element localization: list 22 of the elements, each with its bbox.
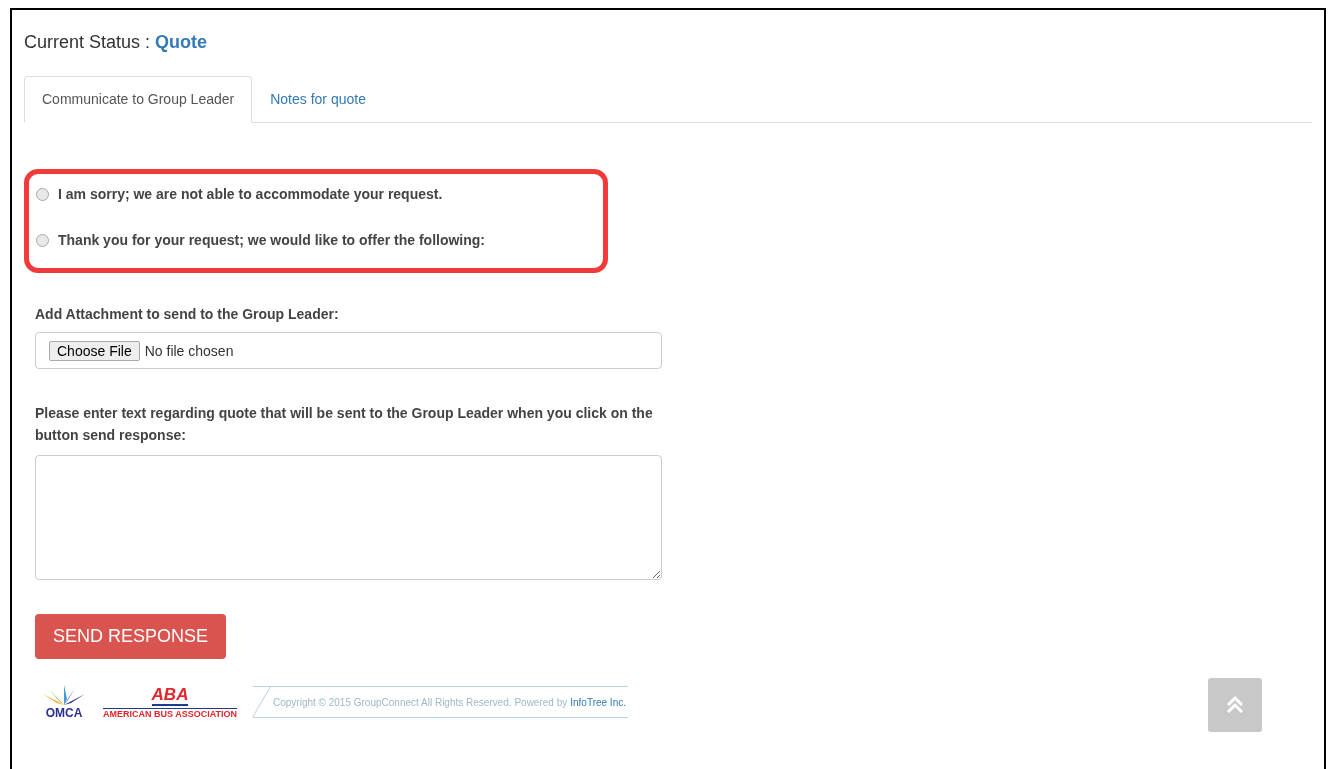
double-chevron-up-icon (1225, 695, 1245, 715)
choose-file-button[interactable]: Choose File (49, 340, 140, 361)
tab[interactable]: Notes for quote (252, 76, 384, 123)
file-field[interactable]: Choose File No file chosen (35, 332, 662, 369)
radio-button[interactable] (36, 233, 49, 247)
logo-caption: AMERICAN BUS ASSOCIATION (103, 707, 237, 719)
message-field[interactable] (35, 455, 662, 580)
option-label: Thank you for your request; we would like to offer the following: (58, 232, 485, 248)
file-status: No file chosen (144, 342, 234, 359)
scroll-top-button[interactable] (1208, 678, 1262, 732)
send-response-button[interactable]: SEND RESPONSE (35, 614, 227, 659)
tab[interactable]: Communicate to Group Leader (24, 76, 253, 123)
logo-text: OMCA (45, 707, 83, 719)
message-label: Please enter text regarding quote that will be sent to the Group Leader when you click on the button send response: (35, 404, 654, 445)
status-label: Current Status : (24, 32, 151, 53)
status-value: Quote (155, 32, 208, 53)
copyright-text: Copyright © 2015 GroupConnect All Rights Reserved. Powered by (273, 696, 568, 708)
attachment-label: Add Attachment to send to the Group Leader: (35, 305, 340, 324)
option-label: I am sorry; we are not able to accommodate your request. (58, 186, 443, 202)
radio-button[interactable] (36, 187, 49, 201)
infotree-link[interactable]: InfoTree Inc. (570, 696, 626, 708)
logo-text: ABA (151, 685, 189, 706)
